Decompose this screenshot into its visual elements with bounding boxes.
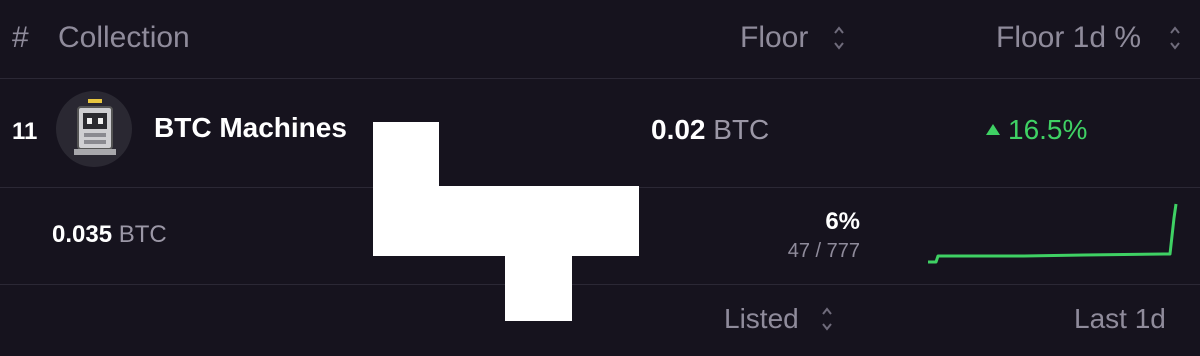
price-sparkline xyxy=(928,203,1178,264)
floor-sort-icon[interactable] xyxy=(833,23,845,53)
floor-change-value: 16.5% xyxy=(1008,114,1088,145)
listed-sort-icon[interactable] xyxy=(821,304,833,334)
floor-price: 0.02 BTC xyxy=(651,114,769,146)
rank-number: 11 xyxy=(12,118,38,145)
floor-1d-sort-icon[interactable] xyxy=(1169,23,1181,53)
secondary-price-value: 0.035 xyxy=(52,221,113,248)
table-row[interactable]: 11 BTC Machines 0.02 BTC 16.5% xyxy=(0,79,1200,187)
floor-price-unit: BTC xyxy=(713,114,770,145)
secondary-price-unit: BTC xyxy=(118,221,167,248)
table-header: # Collection Floor Floor 1d % xyxy=(0,0,1200,78)
floor-change: 16.5% xyxy=(986,114,1087,146)
table-footer-header: Listed Last 1d xyxy=(0,285,1200,356)
floor-column-header[interactable]: Floor xyxy=(740,20,808,56)
listed-percent: 6% xyxy=(825,208,860,235)
redaction-block-1 xyxy=(373,122,439,256)
rank-column-header: # xyxy=(12,21,29,54)
collection-column-header[interactable]: Collection xyxy=(58,20,190,56)
listed-column-header[interactable]: Listed xyxy=(724,303,799,335)
floor-1d-column-header[interactable]: Floor 1d % xyxy=(996,20,1141,56)
redaction-block-3 xyxy=(505,256,572,321)
collection-name[interactable]: BTC Machines xyxy=(154,112,347,144)
floor-price-value: 0.02 xyxy=(651,114,706,145)
secondary-price: 0.035 BTC xyxy=(52,221,167,249)
redaction-block-2 xyxy=(439,186,639,256)
triangle-up-icon xyxy=(986,124,1000,135)
collection-avatar[interactable] xyxy=(56,91,132,167)
listed-count: 47 / 777 xyxy=(787,240,860,262)
last-1d-column-header[interactable]: Last 1d xyxy=(1074,303,1166,335)
